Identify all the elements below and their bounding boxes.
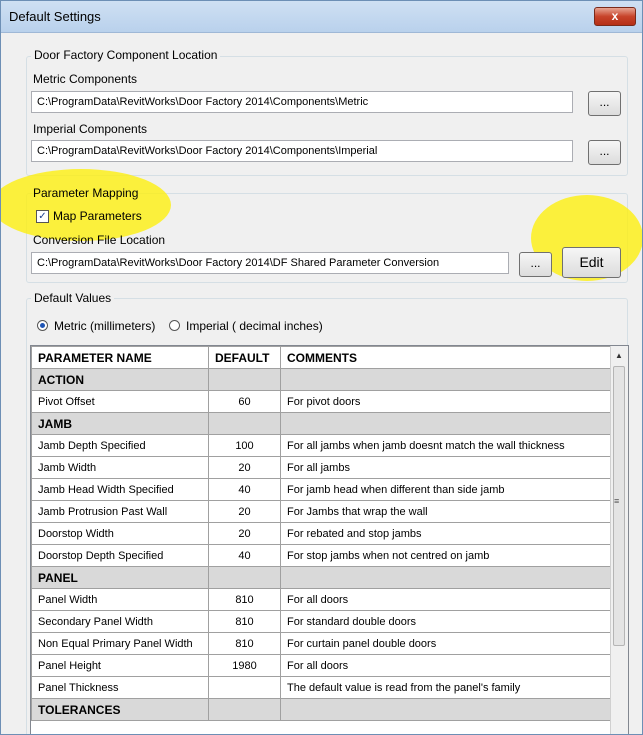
parameter-name-cell[interactable]: Panel Height <box>31 654 209 677</box>
default-value-cell[interactable]: 20 <box>208 456 281 479</box>
table-row[interactable]: Doorstop Depth Specified 40 For stop jambs… <box>31 544 613 567</box>
metric-radio-label: Metric (millimeters) <box>54 319 156 333</box>
section-default-cell <box>208 698 281 721</box>
default-settings-dialog: Default Settings x Door Factory Componen… <box>0 0 643 735</box>
conversion-file-label: Conversion File Location <box>33 233 166 247</box>
imperial-radio[interactable] <box>169 320 180 331</box>
section-default-cell <box>208 412 281 435</box>
comment-cell[interactable]: For stop jambs when not centred on jamb <box>280 544 613 567</box>
section-comment-cell <box>280 698 613 721</box>
conversion-file-field[interactable]: C:\ProgramData\RevitWorks\Door Factory 2… <box>31 252 509 274</box>
header-parameter-name[interactable]: PARAMETER NAME <box>31 346 209 369</box>
imperial-browse-button[interactable]: ... <box>588 140 621 165</box>
parameter-grid[interactable]: PARAMETER NAME DEFAULT COMMENTS ACTION Pi… <box>30 345 629 734</box>
comment-cell[interactable]: For pivot doors <box>280 390 613 413</box>
table-section-row[interactable]: TOLERANCES <box>31 698 613 721</box>
header-comments[interactable]: COMMENTS <box>280 346 613 369</box>
close-button[interactable]: x <box>594 7 636 26</box>
table-row[interactable]: Pivot Offset 60 For pivot doors <box>31 390 613 413</box>
comment-cell[interactable]: For all jambs when jamb doesnt match the… <box>280 434 613 457</box>
scroll-up-icon[interactable]: ▲ <box>615 351 623 360</box>
metric-components-label: Metric Components <box>33 72 138 86</box>
parameter-name-cell[interactable]: Jamb Head Width Specified <box>31 478 209 501</box>
default-value-cell[interactable]: 810 <box>208 610 281 633</box>
comment-cell[interactable]: For all doors <box>280 588 613 611</box>
table-row[interactable]: Jamb Width 20 For all jambs <box>31 456 613 479</box>
section-title: ACTION <box>31 368 209 391</box>
default-value-cell[interactable]: 40 <box>208 544 281 567</box>
parameter-table: PARAMETER NAME DEFAULT COMMENTS ACTION Pi… <box>31 346 613 721</box>
table-row[interactable]: Jamb Depth Specified 100 For all jambs whe… <box>31 434 613 457</box>
table-row[interactable]: Panel Thickness The default value is read… <box>31 676 613 699</box>
comment-cell[interactable]: For Jambs that wrap the wall <box>280 500 613 523</box>
default-value-cell[interactable]: 40 <box>208 478 281 501</box>
edit-button[interactable]: Edit <box>562 247 621 278</box>
default-value-cell[interactable]: 810 <box>208 588 281 611</box>
imperial-components-field[interactable]: C:\ProgramData\RevitWorks\Door Factory 2… <box>31 140 573 162</box>
parameter-name-cell[interactable]: Jamb Depth Specified <box>31 434 209 457</box>
imperial-radio-label: Imperial ( decimal inches) <box>186 319 323 333</box>
table-row[interactable]: Secondary Panel Width 810 For standard dou… <box>31 610 613 633</box>
grip-icon: ≡ <box>614 496 620 506</box>
default-value-cell[interactable]: 1980 <box>208 654 281 677</box>
parameter-name-cell[interactable]: Doorstop Depth Specified <box>31 544 209 567</box>
map-parameters-label: Map Parameters <box>53 209 142 223</box>
parameter-name-cell[interactable]: Secondary Panel Width <box>31 610 209 633</box>
metric-radio[interactable] <box>37 320 48 331</box>
parameter-mapping-legend: Parameter Mapping <box>33 186 139 200</box>
parameter-name-cell[interactable]: Non Equal Primary Panel Width <box>31 632 209 655</box>
table-section-row[interactable]: PANEL <box>31 566 613 589</box>
section-comment-cell <box>280 566 613 589</box>
section-title: TOLERANCES <box>31 698 209 721</box>
table-row[interactable]: Doorstop Width 20 For rebated and stop jam… <box>31 522 613 545</box>
section-comment-cell <box>280 368 613 391</box>
default-value-cell[interactable] <box>208 676 281 699</box>
parameter-name-cell[interactable]: Jamb Protrusion Past Wall <box>31 500 209 523</box>
metric-components-field[interactable]: C:\ProgramData\RevitWorks\Door Factory 2… <box>31 91 573 113</box>
default-values-legend: Default Values <box>31 291 115 305</box>
imperial-components-label: Imperial Components <box>33 122 148 136</box>
map-parameters-checkbox[interactable]: ✓ <box>36 210 49 223</box>
table-row[interactable]: Jamb Head Width Specified 40 For jamb head… <box>31 478 613 501</box>
comment-cell[interactable]: For rebated and stop jambs <box>280 522 613 545</box>
table-row[interactable]: Panel Height 1980 For all doors <box>31 654 613 677</box>
comment-cell[interactable]: For curtain panel double doors <box>280 632 613 655</box>
parameter-name-cell[interactable]: Panel Width <box>31 588 209 611</box>
conversion-browse-button[interactable]: ... <box>519 252 552 277</box>
parameter-name-cell[interactable]: Jamb Width <box>31 456 209 479</box>
default-value-cell[interactable]: 810 <box>208 632 281 655</box>
default-value-cell[interactable]: 20 <box>208 500 281 523</box>
comment-cell[interactable]: For jamb head when different than side j… <box>280 478 613 501</box>
comment-cell[interactable]: For standard double doors <box>280 610 613 633</box>
table-section-row[interactable]: JAMB <box>31 412 613 435</box>
default-value-cell[interactable]: 60 <box>208 390 281 413</box>
default-value-cell[interactable]: 20 <box>208 522 281 545</box>
metric-browse-button[interactable]: ... <box>588 91 621 116</box>
section-comment-cell <box>280 412 613 435</box>
table-row[interactable]: Non Equal Primary Panel Width 810 For curt… <box>31 632 613 655</box>
comment-cell[interactable]: The default value is read from the panel… <box>280 676 613 699</box>
parameter-name-cell[interactable]: Pivot Offset <box>31 390 209 413</box>
section-default-cell <box>208 368 281 391</box>
component-location-legend: Door Factory Component Location <box>31 48 221 62</box>
table-row[interactable]: Panel Width 810 For all doors <box>31 588 613 611</box>
parameter-name-cell[interactable]: Panel Thickness <box>31 676 209 699</box>
section-title: PANEL <box>31 566 209 589</box>
scrollbar-thumb[interactable] <box>613 366 625 646</box>
section-title: JAMB <box>31 412 209 435</box>
comment-cell[interactable]: For all jambs <box>280 456 613 479</box>
table-row[interactable]: Jamb Protrusion Past Wall 20 For Jambs tha… <box>31 500 613 523</box>
default-value-cell[interactable]: 100 <box>208 434 281 457</box>
title-bar: Default Settings x <box>1 1 642 33</box>
comment-cell[interactable]: For all doors <box>280 654 613 677</box>
section-default-cell <box>208 566 281 589</box>
window-title: Default Settings <box>9 9 101 24</box>
header-default[interactable]: DEFAULT <box>208 346 281 369</box>
table-header-row: PARAMETER NAME DEFAULT COMMENTS <box>31 346 613 369</box>
table-section-row[interactable]: ACTION <box>31 368 613 391</box>
parameter-name-cell[interactable]: Doorstop Width <box>31 522 209 545</box>
vertical-scrollbar[interactable]: ▲ ≡ <box>610 346 628 734</box>
